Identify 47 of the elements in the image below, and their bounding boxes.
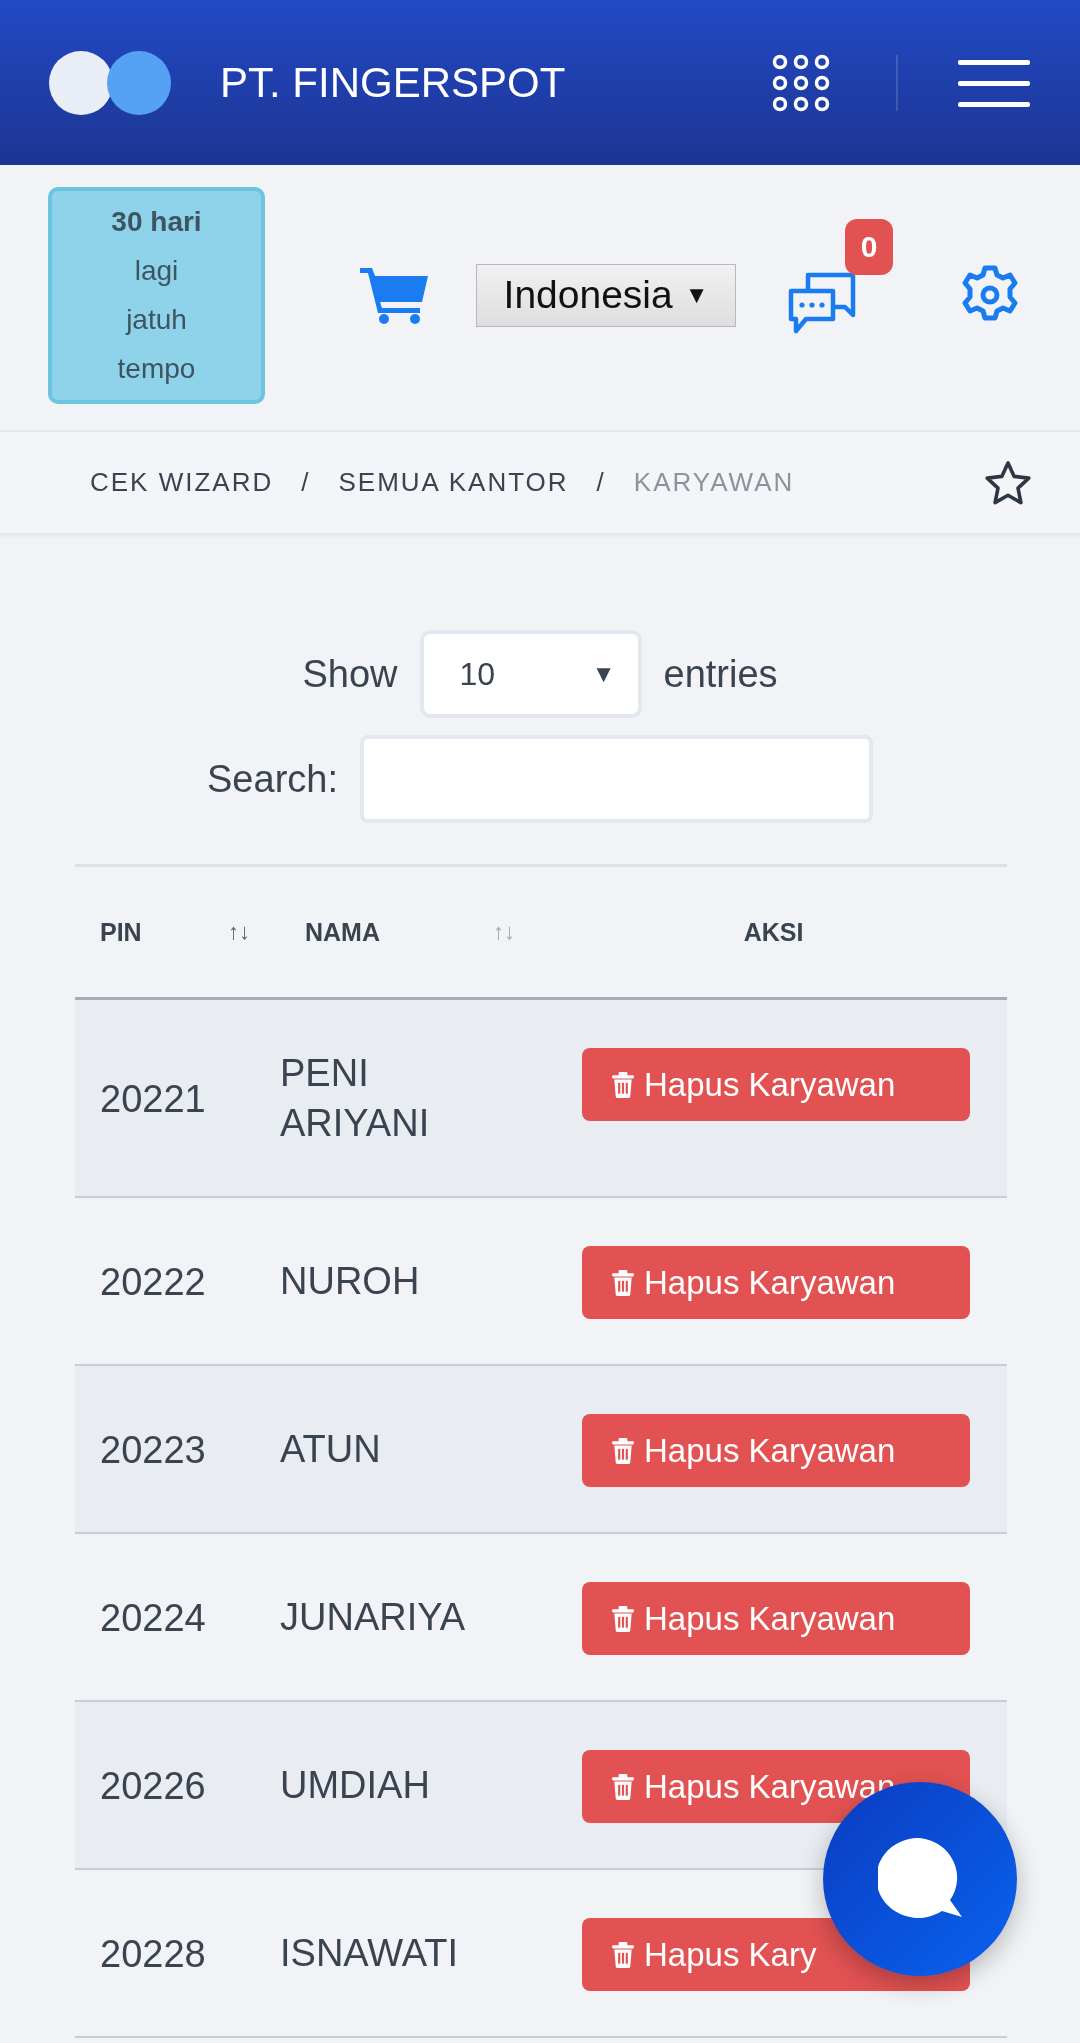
logo-icon[interactable] <box>48 49 172 116</box>
column-header[interactable]: AKSI <box>743 917 804 947</box>
name-cell-text: ISNAWATI <box>280 1931 460 1976</box>
breadcrumb-separator: / <box>301 467 311 498</box>
star-icon[interactable] <box>984 459 1032 506</box>
show-label: Show <box>302 652 398 696</box>
breadcrumb-separator: / <box>596 467 606 498</box>
language-select[interactable]: Indonesia ▼ <box>476 263 736 327</box>
delete-employee-button[interactable]: Hapus Karyawan <box>582 1246 970 1319</box>
trash-icon <box>612 1605 634 1632</box>
pin-cell: 20226 <box>100 1764 206 1807</box>
sort-icon[interactable]: ↑↓ <box>228 919 250 945</box>
company-name: PT. FINGERSPOT <box>220 58 566 107</box>
delete-employee-button[interactable]: Hapus Karyawan <box>582 1048 970 1121</box>
pin-cell: 20224 <box>100 1596 206 1639</box>
trash-icon <box>612 1437 634 1464</box>
breadcrumb-link[interactable]: SEMUA KANTOR <box>338 467 569 498</box>
name-cell-text: NUROH <box>280 1259 421 1304</box>
trash-icon <box>612 1941 634 1968</box>
menu-icon[interactable] <box>958 57 1030 108</box>
name-cell-text: UMDIAH <box>280 1763 431 1808</box>
breadcrumb-current: KARYAWAN <box>633 467 795 498</box>
entries-select[interactable]: 10 ▼ <box>419 630 642 718</box>
trash-icon <box>612 1071 634 1098</box>
cart-icon[interactable] <box>360 266 430 324</box>
message-count-badge: 0 <box>845 219 893 275</box>
name-cell-text: ATUN <box>280 1427 382 1472</box>
column-header[interactable]: PIN <box>100 917 142 947</box>
pin-cell: 20221 <box>100 1077 206 1120</box>
name-cell-text: JUNARIYA <box>280 1595 467 1640</box>
search-label: Search: <box>207 757 338 801</box>
apps-grid-icon[interactable] <box>772 53 830 112</box>
pin-cell: 20223 <box>100 1428 206 1471</box>
delete-employee-button[interactable]: Hapus Karyawan <box>582 1414 970 1487</box>
pin-cell: 20228 <box>100 1932 206 1975</box>
due-days: 30 hari <box>111 197 202 246</box>
trash-icon <box>612 1269 634 1296</box>
due-text: lagi jatuh tempo <box>116 253 197 386</box>
name-cell-text: PENI ARIYANI <box>280 1051 431 1146</box>
trash-icon <box>612 1773 634 1800</box>
speech-bubble-icon <box>878 1838 962 1920</box>
column-header[interactable]: NAMA <box>305 917 380 947</box>
search-field[interactable] <box>360 735 873 823</box>
pin-cell: 20222 <box>100 1260 206 1303</box>
entries-label: entries <box>663 652 778 696</box>
delete-employee-button[interactable]: Hapus Karyawan <box>582 1582 970 1655</box>
breadcrumb-link[interactable]: CEK WIZARD <box>90 467 274 498</box>
